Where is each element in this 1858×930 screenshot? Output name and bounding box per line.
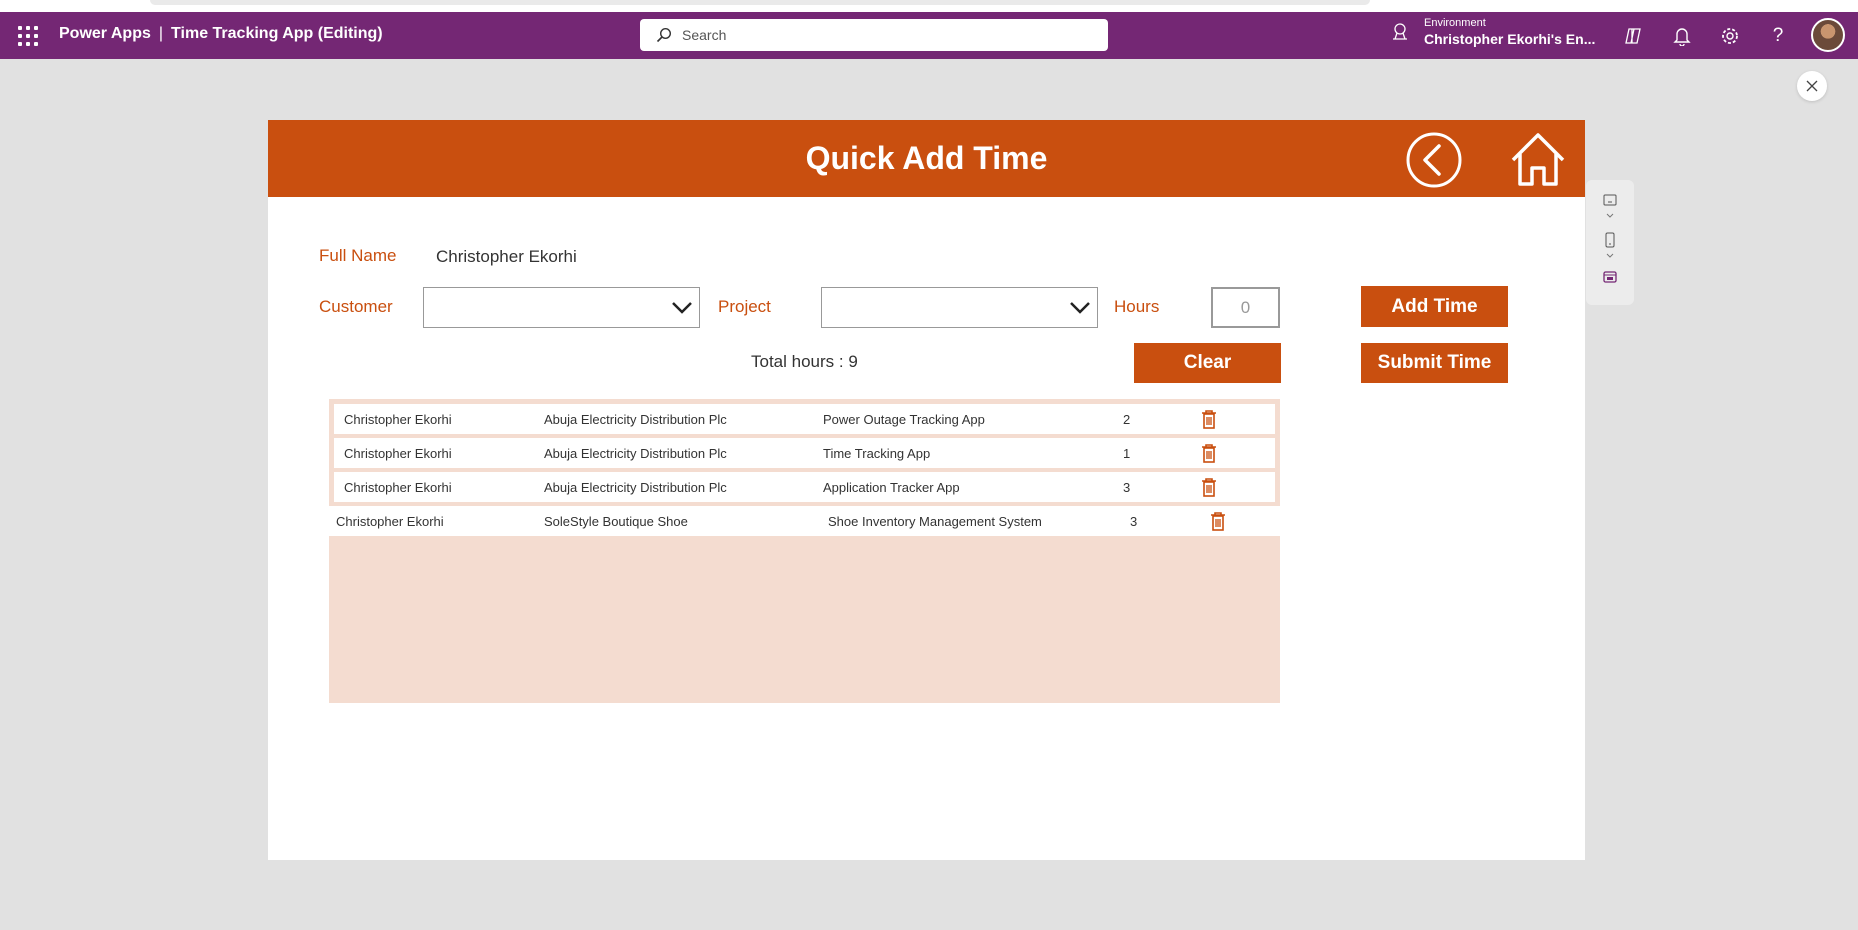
user-avatar[interactable]: [1811, 18, 1845, 52]
entry-customer: Abuja Electricity Distribution Plc: [544, 412, 727, 427]
title-separator: |: [158, 25, 164, 42]
chevron-down-icon: [672, 302, 692, 314]
entry-hours: 2: [1123, 412, 1131, 427]
app-canvas: Quick Add Time Full Name Christopher Eko…: [268, 120, 1585, 860]
entry-customer: SoleStyle Boutique Shoe: [544, 514, 688, 529]
environment-name: Christopher Ekorhi's En...: [1424, 31, 1596, 47]
notifications-bell-icon[interactable]: [1671, 25, 1693, 47]
entry-name: Christopher Ekorhi: [344, 480, 452, 495]
full-name-label: Full Name: [319, 246, 397, 265]
search-box[interactable]: Search: [640, 19, 1108, 51]
entry-customer: Abuja Electricity Distribution Plc: [544, 480, 727, 495]
search-placeholder: Search: [682, 27, 727, 43]
entry-name: Christopher Ekorhi: [344, 412, 452, 427]
entry-name: Christopher Ekorhi: [344, 446, 452, 461]
chevron-down-icon[interactable]: [1603, 212, 1617, 220]
copilot-icon[interactable]: [1622, 25, 1644, 47]
project-dropdown[interactable]: [821, 287, 1098, 328]
close-icon: [1806, 80, 1818, 92]
submit-time-button[interactable]: Submit Time: [1361, 343, 1508, 383]
app-title: Power Apps | Time Tracking App (Editing): [59, 25, 383, 43]
top-header-bar: Power Apps | Time Tracking App (Editing) S…: [0, 12, 1858, 59]
brand-name[interactable]: Power Apps: [59, 25, 151, 42]
chevron-down-icon: [1070, 302, 1090, 314]
phone-icon[interactable]: [1603, 232, 1617, 248]
entry-hours: 3: [1130, 514, 1138, 529]
screen-title: Quick Add Time: [805, 140, 1048, 176]
close-preview-button[interactable]: [1797, 71, 1827, 101]
time-entry-row[interactable]: Christopher Ekorhi Abuja Electricity Dis…: [334, 472, 1275, 502]
search-icon: [656, 27, 672, 43]
environment-label: Environment: [1424, 17, 1486, 29]
entry-name: Christopher Ekorhi: [336, 514, 444, 529]
delete-trash-icon[interactable]: [1210, 511, 1226, 531]
time-entry-row[interactable]: Christopher Ekorhi SoleStyle Boutique Sh…: [329, 506, 1280, 536]
time-entries-gallery: Christopher Ekorhi Abuja Electricity Dis…: [329, 399, 1280, 703]
app-launcher-icon[interactable]: [18, 26, 38, 46]
back-arrow-icon[interactable]: [1406, 132, 1462, 188]
add-time-button[interactable]: Add Time: [1361, 286, 1508, 327]
help-icon[interactable]: ?: [1767, 25, 1789, 47]
delete-trash-icon[interactable]: [1201, 477, 1217, 497]
environment-icon: [1393, 23, 1407, 40]
tab-edge: [150, 0, 1370, 5]
total-hours-text: Total hours : 9: [751, 352, 858, 371]
entry-project: Time Tracking App: [823, 446, 931, 461]
browser-top-strip: [0, 0, 1858, 12]
delete-trash-icon[interactable]: [1201, 443, 1217, 463]
entry-customer: Abuja Electricity Distribution Plc: [544, 446, 727, 461]
clear-button[interactable]: Clear: [1134, 343, 1281, 383]
entry-hours: 1: [1123, 446, 1131, 461]
delete-trash-icon[interactable]: [1201, 409, 1217, 429]
home-icon[interactable]: [1509, 130, 1567, 188]
customer-dropdown[interactable]: [423, 287, 700, 328]
app-name: Time Tracking App (Editing): [171, 25, 383, 42]
full-name-value: Christopher Ekorhi: [436, 247, 577, 266]
environment-picker[interactable]: Environment Christopher Ekorhi's En...: [1390, 16, 1595, 48]
entry-project: Power Outage Tracking App: [823, 412, 985, 427]
screen-fit-icon[interactable]: [1603, 270, 1617, 284]
hours-label: Hours: [1114, 297, 1160, 316]
entry-hours: 3: [1123, 480, 1131, 495]
time-entry-row[interactable]: Christopher Ekorhi Abuja Electricity Dis…: [334, 404, 1275, 434]
device-preview-toolbar: [1586, 180, 1634, 305]
chevron-down-icon[interactable]: [1603, 252, 1617, 260]
entry-project: Shoe Inventory Management System: [828, 514, 1042, 529]
hours-input[interactable]: 0: [1211, 287, 1280, 328]
title-banner: Quick Add Time: [268, 120, 1585, 197]
entry-project: Application Tracker App: [823, 480, 960, 495]
tablet-icon[interactable]: [1603, 194, 1617, 206]
customer-label: Customer: [319, 297, 393, 316]
project-label: Project: [718, 297, 771, 316]
time-entry-row[interactable]: Christopher Ekorhi Abuja Electricity Dis…: [334, 438, 1275, 468]
settings-gear-icon[interactable]: [1719, 25, 1741, 47]
